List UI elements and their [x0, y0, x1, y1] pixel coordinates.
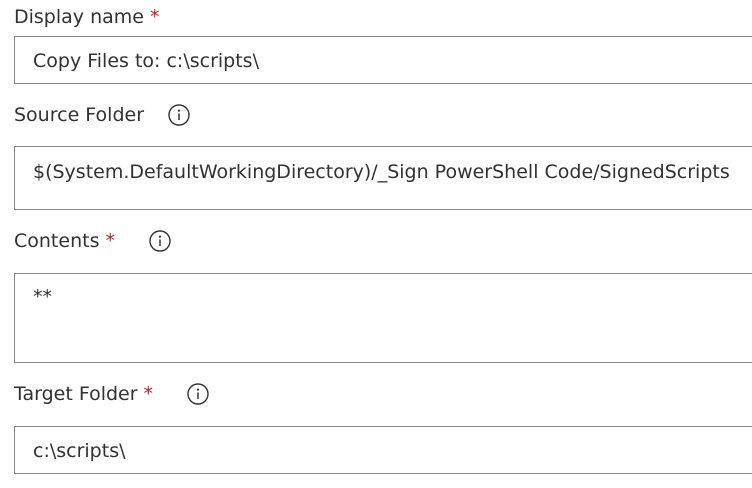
source-folder-input[interactable]: $(System.DefaultWorkingDirectory)/_Sign …: [14, 146, 752, 210]
display-name-input[interactable]: Copy Files to: c:\scripts\: [14, 36, 752, 84]
info-icon[interactable]: [187, 383, 209, 405]
required-asterisk: *: [105, 230, 115, 252]
source-folder-label: Source Folder: [14, 104, 145, 126]
contents-label-row: Contents *: [14, 227, 171, 255]
contents-label: Contents: [14, 230, 100, 252]
display-name-label: Display name: [14, 6, 144, 28]
info-icon[interactable]: [168, 104, 190, 126]
source-folder-label-row: Source Folder: [14, 101, 190, 129]
target-folder-input[interactable]: c:\scripts\: [14, 426, 752, 474]
info-icon[interactable]: [149, 230, 171, 252]
target-folder-label-row: Target Folder *: [14, 380, 209, 408]
copy-files-task-form: Display name * Copy Files to: c:\scripts…: [0, 0, 752, 488]
contents-textarea[interactable]: **: [14, 273, 752, 363]
contents-value: **: [33, 286, 52, 308]
source-folder-value: $(System.DefaultWorkingDirectory)/_Sign …: [33, 161, 730, 183]
display-name-value: Copy Files to: c:\scripts\: [33, 50, 259, 72]
required-asterisk: *: [143, 383, 154, 405]
required-asterisk: *: [149, 6, 160, 28]
target-folder-label: Target Folder: [14, 383, 138, 405]
display-name-label-row: Display name *: [14, 3, 159, 31]
target-folder-value: c:\scripts\: [33, 440, 126, 462]
